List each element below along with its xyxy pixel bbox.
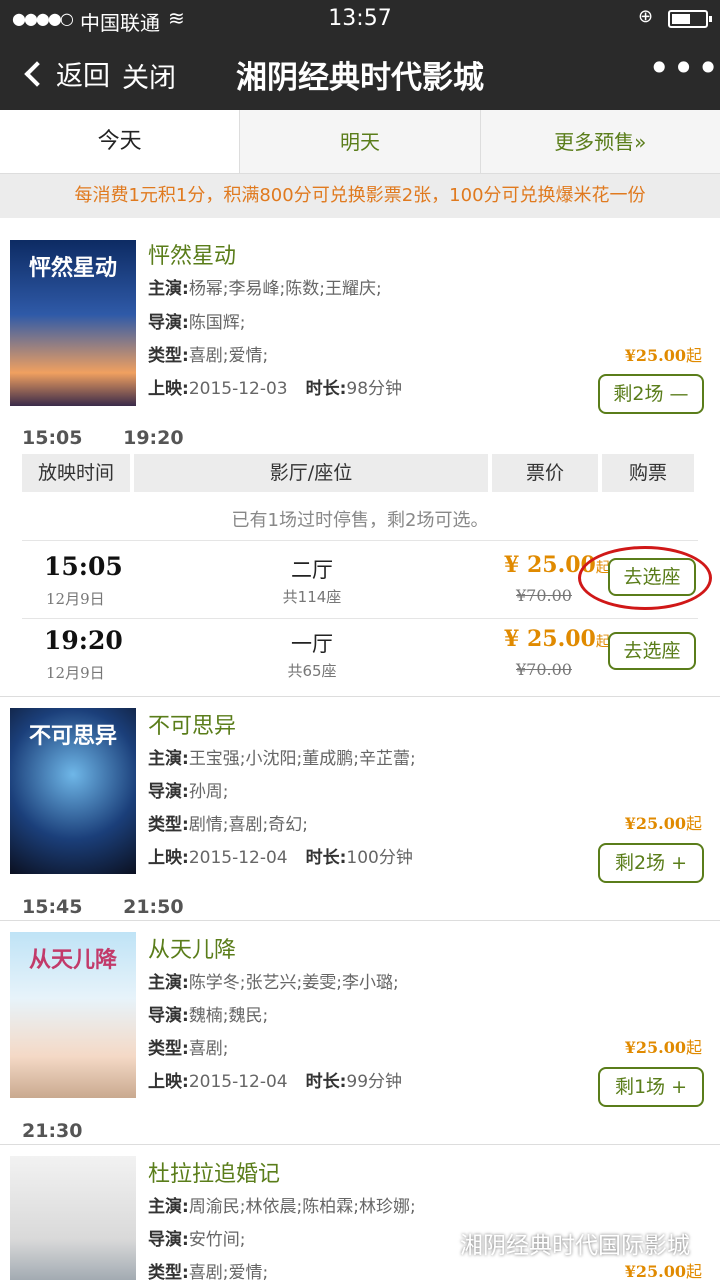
movie-cast: 主演:周渝民;林依晨;陈柏霖;林珍娜;	[148, 1197, 416, 1217]
movie-title[interactable]: 怦然星动	[148, 238, 236, 270]
show-time: 19:20	[44, 626, 123, 655]
movie-cast: 主演:陈学冬;张艺兴;姜雯;李小璐;	[148, 973, 399, 993]
nav-bar: 返回 关闭 湘阴经典时代影城 •••	[0, 38, 720, 110]
hall-name: 一厅	[291, 632, 333, 656]
battery-icon	[668, 10, 712, 28]
schedule-row: 19:20 12月9日 一厅 共65座 ¥ 25.00起 ¥70.00 去选座	[22, 620, 698, 692]
showtime-chip[interactable]: 21:50	[123, 896, 183, 918]
row-divider	[22, 540, 698, 541]
back-label: 返回	[56, 61, 110, 92]
card-divider	[0, 920, 720, 921]
movie-genre: 类型:喜剧;爱情;	[148, 1263, 269, 1280]
showtimes-toggle-button[interactable]: 剩2场 —	[598, 374, 704, 414]
ticket-price: ¥ 25.00起	[504, 626, 610, 652]
movie-cast: 主演:王宝强;小沈阳;董成鹏;辛芷蕾;	[148, 749, 416, 769]
movie-title[interactable]: 从天儿降	[148, 932, 236, 964]
watermark: 湘阴经典时代国际影城	[418, 1226, 690, 1260]
showtime-chip[interactable]: 15:05	[22, 427, 82, 449]
show-date: 12月9日	[46, 664, 105, 682]
wechat-icon	[418, 1229, 452, 1257]
showtimes-toggle-button[interactable]: 剩1场 +	[598, 1067, 704, 1107]
date-tabs: 今天 明天 更多预售»	[0, 110, 720, 174]
tab-tomorrow[interactable]: 明天	[240, 110, 481, 173]
movie-genre: 类型:喜剧;爱情;	[148, 346, 269, 366]
movie-poster[interactable]: 怦然星动	[10, 240, 136, 406]
showtime-chip[interactable]: 19:20	[123, 427, 183, 449]
movie-cast: 主演:杨幂;李易峰;陈数;王耀庆;	[148, 279, 382, 299]
showtime-chip[interactable]: 21:30	[22, 1120, 82, 1142]
show-time: 15:05	[44, 552, 123, 581]
seat-count: 共65座	[287, 662, 337, 680]
movie-director: 导演:魏楠;魏民;	[148, 1006, 269, 1026]
back-button[interactable]: 返回	[22, 54, 110, 93]
movie-price: ¥25.00起	[624, 1038, 702, 1057]
row-divider	[22, 618, 698, 619]
top-bar: ●●●●○ 中国联通 ≋ 13:57 ⊕ 返回 关闭 湘阴经典时代影城 •••	[0, 0, 720, 110]
status-bar: ●●●●○ 中国联通 ≋ 13:57 ⊕	[0, 0, 720, 38]
movie-poster[interactable]: 不可思异	[10, 708, 136, 874]
showtime-list: 15:05 19:20	[22, 427, 218, 449]
card-divider	[0, 696, 720, 697]
movie-title[interactable]: 不可思异	[148, 708, 236, 740]
movie-poster[interactable]: 从天儿降	[10, 932, 136, 1098]
showtimes-toggle-button[interactable]: 剩2场 +	[598, 843, 704, 883]
movie-genre: 类型:喜剧;	[148, 1039, 229, 1059]
movie-price: ¥25.00起	[624, 814, 702, 833]
movie-title[interactable]: 杜拉拉追婚记	[148, 1156, 280, 1188]
schedule-header: 放映时间 影厅/座位 票价 购票	[22, 454, 698, 492]
movie-price: ¥25.00起	[624, 1262, 702, 1280]
rotation-lock-icon: ⊕	[638, 6, 654, 27]
more-menu-icon[interactable]: •••	[648, 46, 720, 90]
movie-release: 上映:2015-12-04 时长:100分钟	[148, 848, 413, 868]
card-divider	[0, 1144, 720, 1145]
hall-name: 二厅	[291, 558, 333, 582]
chevron-left-icon	[24, 60, 50, 87]
movie-release: 上映:2015-12-03 时长:98分钟	[148, 379, 403, 399]
header-time: 放映时间	[22, 454, 130, 492]
page-title: 湘阴经典时代影城	[236, 60, 484, 96]
promo-banner: 每消费1元积1分，积满800分可兑换影票2张，100分可兑换爆米花一份	[0, 174, 720, 218]
movie-poster[interactable]	[10, 1156, 136, 1280]
header-buy: 购票	[602, 454, 694, 492]
select-seat-button[interactable]: 去选座	[608, 632, 696, 670]
movie-director: 导演:安竹间;	[148, 1230, 246, 1250]
schedule-note: 已有1场过时停售，剩2场可选。	[231, 510, 489, 531]
tab-presale[interactable]: 更多预售»	[481, 110, 720, 173]
showtime-list: 15:45 21:50	[22, 896, 218, 918]
showtime-list: 21:30	[22, 1120, 116, 1142]
movie-release: 上映:2015-12-04 时长:99分钟	[148, 1072, 403, 1092]
movie-genre: 类型:剧情;喜剧;奇幻;	[148, 815, 308, 835]
movie-director: 导演:孙周;	[148, 782, 229, 802]
original-price: ¥70.00	[516, 586, 572, 605]
highlight-circle	[578, 546, 712, 610]
seat-count: 共114座	[282, 588, 342, 606]
movie-price: ¥25.00起	[624, 346, 702, 365]
movie-director: 导演:陈国辉;	[148, 313, 246, 333]
clock: 13:57	[328, 6, 392, 31]
show-date: 12月9日	[46, 590, 105, 608]
header-hall: 影厅/座位	[134, 454, 488, 492]
header-price: 票价	[492, 454, 598, 492]
showtime-chip[interactable]: 15:45	[22, 896, 82, 918]
close-button[interactable]: 关闭	[122, 56, 176, 95]
original-price: ¥70.00	[516, 660, 572, 679]
tab-today[interactable]: 今天	[0, 110, 241, 173]
